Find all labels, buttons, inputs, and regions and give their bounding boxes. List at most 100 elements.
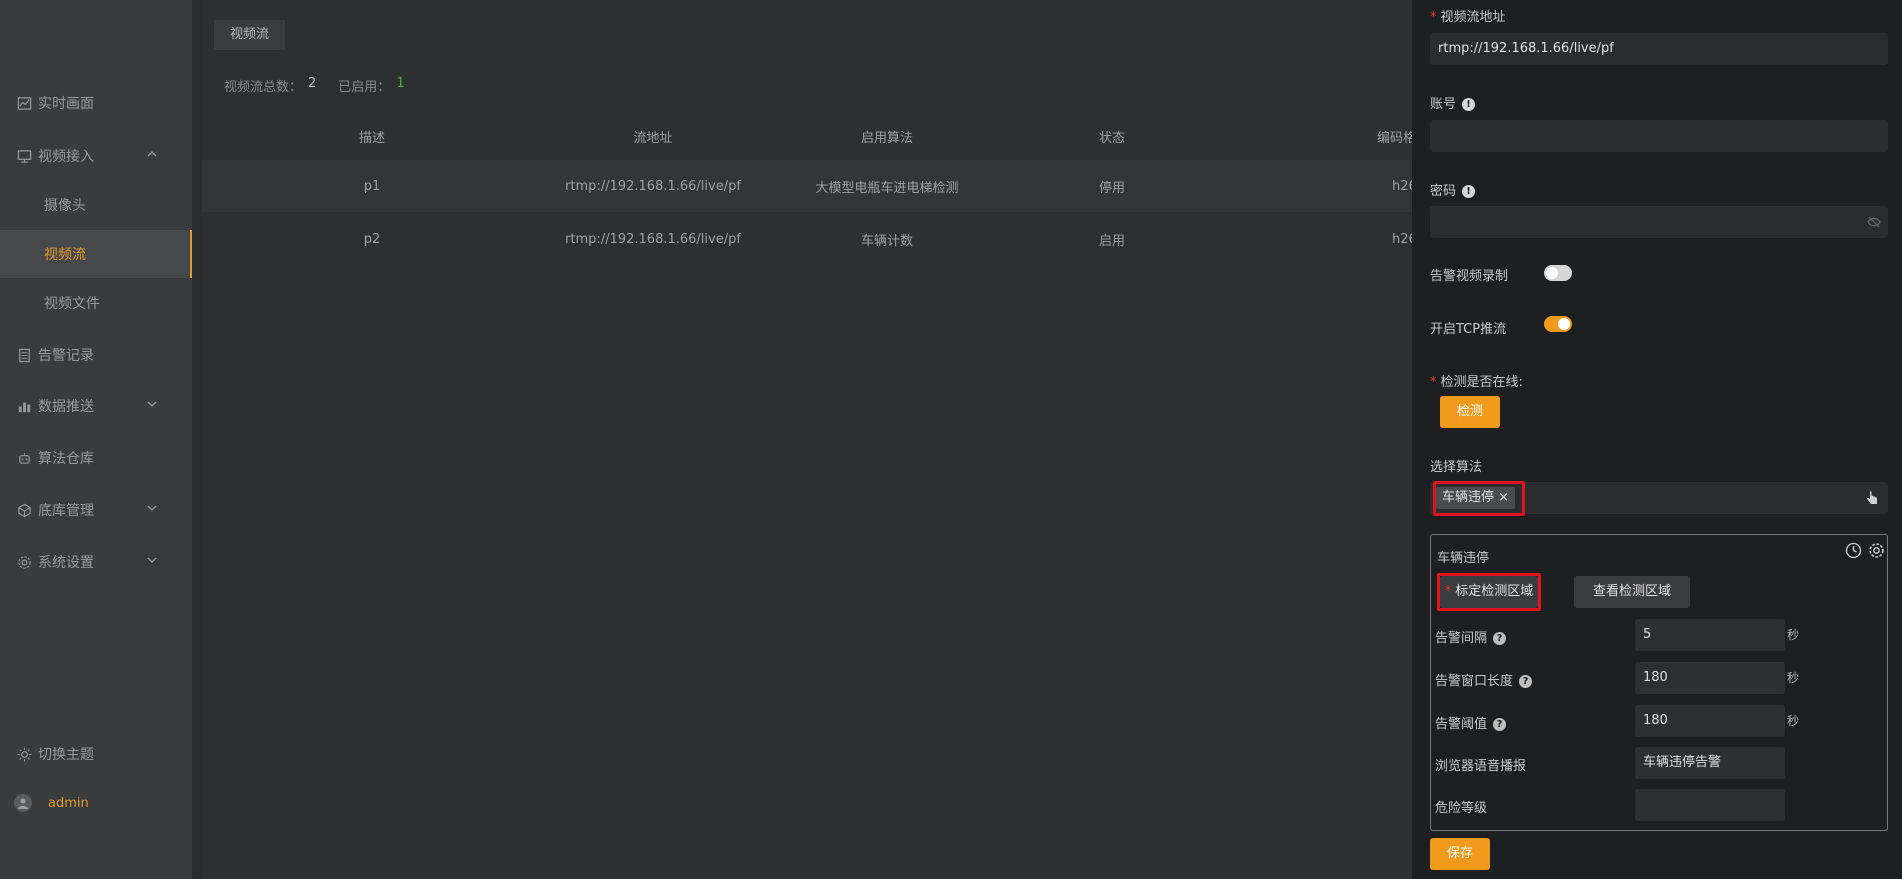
unit-seconds: 秒 xyxy=(1787,671,1800,685)
table-row[interactable]: p2 rtmp://192.168.1.66/live/pf 车辆计数 启用 h… xyxy=(202,213,1417,265)
eye-off-icon[interactable] xyxy=(1866,214,1882,230)
gear-icon xyxy=(16,554,32,570)
monitor-icon xyxy=(16,148,32,164)
sidebar-item-camera[interactable]: 摄像头 xyxy=(0,181,192,229)
voice-label: 浏览器语音播报 xyxy=(1435,759,1527,774)
sidebar-item-label: 视频流 xyxy=(44,247,86,263)
help-icon: ? xyxy=(1519,675,1533,688)
enabled-label: 已启用： xyxy=(338,80,391,95)
interval-input[interactable]: 5 xyxy=(1635,619,1785,651)
sidebar-item-label: 底库管理 xyxy=(38,503,94,519)
algo-label: 选择算法 xyxy=(1430,460,1483,475)
panel-title: 车辆违停 xyxy=(1437,551,1490,566)
line-chart-icon xyxy=(16,95,32,111)
unit-seconds: 秒 xyxy=(1787,714,1800,728)
account-label: 账号! xyxy=(1430,93,1476,112)
edit-stream-drawer: * 视频流地址 rtmp://192.168.1.66/live/pf 账号! 密… xyxy=(1412,0,1902,879)
user-icon xyxy=(18,798,28,809)
column-header: 启用算法 xyxy=(860,130,913,146)
sidebar-item-label: 算法仓库 xyxy=(38,451,94,467)
threshold-input[interactable]: 180 xyxy=(1635,705,1785,737)
record-label: 告警视频录制 xyxy=(1430,269,1509,284)
sidebar-item-data-push[interactable]: 数据推送 xyxy=(0,386,192,426)
cell-status: 启用 xyxy=(1098,233,1125,249)
main-content: 视频流 视频流总数： 2 已启用： 1 描述 流地址 启用算法 状态 编码格 p… xyxy=(202,0,1417,879)
interval-label: 告警间隔? xyxy=(1435,627,1507,646)
user-name: admin xyxy=(48,795,89,811)
sidebar-item-label: 实时画面 xyxy=(38,96,94,112)
chevron-down-icon xyxy=(147,557,157,563)
view-region-button[interactable]: 查看检测区域 xyxy=(1574,576,1690,608)
sidebar-item-library-management[interactable]: 底库管理 xyxy=(0,490,192,530)
switch-theme-button[interactable]: 切换主题 xyxy=(0,734,192,774)
highlight-mark-region xyxy=(1437,573,1541,611)
voice-input[interactable]: 车辆违停告警 xyxy=(1635,747,1785,779)
help-icon: ? xyxy=(1493,718,1507,731)
sidebar-item-system-settings[interactable]: 系统设置 xyxy=(0,542,192,582)
help-icon: ? xyxy=(1493,632,1507,645)
avatar xyxy=(14,794,32,812)
tcp-toggle[interactable] xyxy=(1544,316,1572,332)
sidebar-item-label: 视频文件 xyxy=(44,296,100,312)
sun-icon xyxy=(16,746,32,762)
sidebar-item-video-access[interactable]: 视频接入 xyxy=(0,136,192,176)
bar-chart-icon xyxy=(16,398,32,414)
account-input[interactable] xyxy=(1430,120,1888,152)
info-icon: ! xyxy=(1462,98,1476,111)
switch-theme-label: 切换主题 xyxy=(38,747,94,763)
sidebar-item-label: 摄像头 xyxy=(44,198,86,214)
cell-algo: 车辆计数 xyxy=(860,233,913,249)
sidebar-item-label: 数据推送 xyxy=(38,399,94,415)
save-button[interactable]: 保存 xyxy=(1430,838,1490,870)
sidebar-item-alarm-records[interactable]: 告警记录 xyxy=(0,335,192,375)
chevron-down-icon xyxy=(147,505,157,511)
record-toggle[interactable] xyxy=(1544,265,1572,281)
threshold-label: 告警阈值? xyxy=(1435,713,1507,732)
document-icon xyxy=(16,347,32,363)
risk-label: 危险等级 xyxy=(1435,801,1488,816)
user-menu[interactable]: admin xyxy=(14,794,89,812)
cell-url: rtmp://192.168.1.66/live/pf xyxy=(565,178,741,194)
sidebar-item-algorithm-store[interactable]: 算法仓库 xyxy=(0,438,192,478)
window-input[interactable]: 180 xyxy=(1635,662,1785,694)
stream-stats: 视频流总数： 2 已启用： 1 xyxy=(224,76,421,95)
cell-url: rtmp://192.168.1.66/live/pf xyxy=(565,231,741,247)
risk-input[interactable] xyxy=(1635,789,1785,821)
table-row[interactable]: p1 rtmp://192.168.1.66/live/pf 大模型电瓶车进电梯… xyxy=(202,160,1417,212)
sidebar-item-video-file[interactable]: 视频文件 xyxy=(0,279,192,327)
sidebar-item-label: 告警记录 xyxy=(38,348,94,364)
robot-icon xyxy=(16,450,32,466)
unit-seconds: 秒 xyxy=(1787,628,1800,642)
algo-config-panel: 车辆违停 * 标定检测区域 查看检测区域 告警间隔? 5 秒 告警窗口长度? 18… xyxy=(1430,534,1888,831)
column-header: 状态 xyxy=(1098,130,1125,146)
url-label: * 视频流地址 xyxy=(1430,10,1506,25)
cell-algo: 大模型电瓶车进电梯检测 xyxy=(815,180,959,196)
chevron-down-icon xyxy=(147,401,157,407)
column-header: 流地址 xyxy=(633,130,673,146)
total-label: 视频流总数： xyxy=(224,80,303,95)
sidebar-item-live-view[interactable]: 实时画面 xyxy=(0,83,192,123)
enabled-count: 1 xyxy=(396,76,405,91)
tcp-label: 开启TCP推流 xyxy=(1430,322,1507,337)
cell-status: 停用 xyxy=(1098,180,1125,196)
password-label: 密码! xyxy=(1430,180,1476,199)
pointer-hand-icon xyxy=(1867,491,1877,504)
tab-video-stream[interactable]: 视频流 xyxy=(214,20,286,50)
clock-icon[interactable] xyxy=(1845,542,1862,559)
window-label: 告警窗口长度? xyxy=(1435,670,1533,689)
total-count: 2 xyxy=(308,76,317,91)
sidebar-item-label: 系统设置 xyxy=(38,555,94,571)
column-header: 描述 xyxy=(358,130,385,146)
cell-desc: p2 xyxy=(363,231,381,247)
online-label: * 检测是否在线: xyxy=(1430,375,1523,390)
sidebar: 实时画面 视频接入 摄像头 视频流 视频文件 告警记录 数据推送 算法仓库 底库… xyxy=(0,0,192,879)
sidebar-item-video-stream[interactable]: 视频流 xyxy=(0,230,192,278)
check-button[interactable]: 检测 xyxy=(1440,396,1500,428)
password-input[interactable] xyxy=(1430,206,1888,238)
highlight-selected-algo xyxy=(1433,481,1525,516)
chevron-up-icon xyxy=(147,151,157,157)
sidebar-item-label: 视频接入 xyxy=(38,149,94,165)
info-icon: ! xyxy=(1462,185,1476,198)
stream-url-input[interactable]: rtmp://192.168.1.66/live/pf xyxy=(1430,33,1888,65)
gear-icon[interactable] xyxy=(1868,542,1885,559)
